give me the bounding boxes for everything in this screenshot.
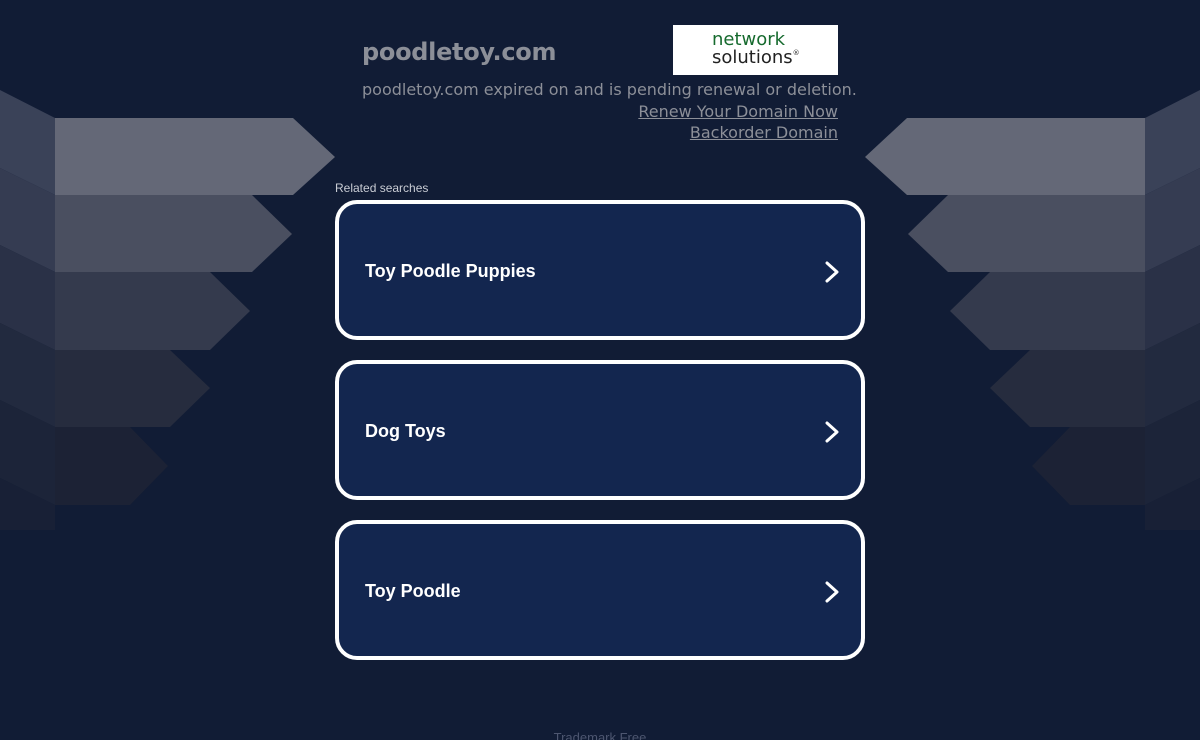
expiry-status-message: poodletoy.com expired on and is pending … (362, 80, 857, 99)
network-solutions-logo[interactable]: network solutions® (673, 25, 838, 75)
logo-text-solutions-word: solutions (712, 47, 793, 68)
logo-registered-mark: ® (792, 49, 800, 57)
domain-title: poodletoy.com (362, 38, 557, 66)
logo-text-solutions: solutions® (712, 49, 800, 67)
related-search-card[interactable]: Toy Poodle (335, 520, 865, 660)
chevron-right-icon (825, 261, 839, 283)
related-search-label: Toy Poodle (365, 581, 461, 601)
trademark-footer: Trademark Free (553, 730, 647, 740)
related-search-label: Dog Toys (365, 421, 446, 441)
related-search-card[interactable]: Dog Toys (335, 360, 865, 500)
page: poodletoy.com network solutions® poodlet… (0, 0, 1200, 740)
renew-domain-link[interactable]: Renew Your Domain Now (638, 102, 838, 121)
backorder-domain-link[interactable]: Backorder Domain (690, 123, 838, 142)
related-search-card[interactable]: Toy Poodle Puppies (335, 200, 865, 340)
chevron-right-icon (825, 581, 839, 603)
chevron-right-icon (825, 421, 839, 443)
related-search-label: Toy Poodle Puppies (365, 261, 536, 281)
related-searches-label: Related searches (335, 181, 429, 195)
